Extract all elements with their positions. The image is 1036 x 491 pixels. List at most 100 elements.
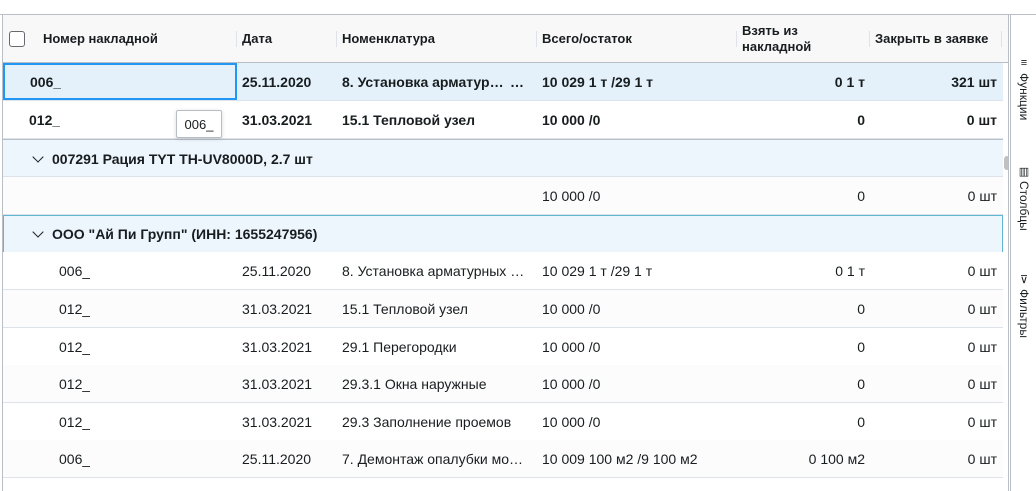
group-cell[interactable]: ООО "Ай Пи Групп" (ИНН: 1655247956) <box>3 215 703 252</box>
cell-total[interactable]: 10 000 /0 <box>542 101 737 138</box>
header-nomenclature-label: Номенклатура <box>342 31 435 46</box>
cell-take[interactable]: 0 1 т <box>742 63 865 100</box>
header-date-label: Дата <box>242 31 273 46</box>
table-row[interactable]: 10 000 /0 0 0 шт <box>3 177 1003 215</box>
group-row[interactable]: 007291 Рация TYT TH-UV8000D, 2.7 шт <box>3 139 1003 177</box>
cell-nomenclature[interactable]: 15.1 Тепловой узел <box>342 290 537 327</box>
cell-date[interactable]: 31.03.2021 <box>242 290 337 327</box>
columns-panel-button[interactable]: ▥ Столбцы <box>1011 165 1036 231</box>
cell-close[interactable]: 0 шт <box>875 365 997 402</box>
cell-date[interactable]: 31.03.2021 <box>242 365 337 402</box>
select-all-cell <box>9 15 33 63</box>
cell-take[interactable]: 0 <box>742 365 865 402</box>
cell-total[interactable]: 10 000 /0 <box>542 365 737 402</box>
functions-label: Функции <box>1017 73 1031 121</box>
table-row[interactable]: 006_ 25.11.2020 8. Установка арматурных…… <box>3 63 1003 101</box>
cell-number[interactable] <box>3 177 237 214</box>
group-label: 007291 Рация TYT TH-UV8000D, 2.7 шт <box>52 150 313 167</box>
header-take[interactable]: Взять из накладной <box>742 15 870 63</box>
cell-number[interactable]: 006_ <box>3 252 237 289</box>
cell-total[interactable]: 10 029 1 т /29 1 т <box>542 252 737 289</box>
scrollbar-thumb[interactable] <box>1004 156 1008 170</box>
cell-tooltip: 006_ <box>176 110 222 138</box>
cell-nomenclature[interactable]: 29.3.1 Окна наружные <box>342 365 537 402</box>
cell-nomenclature[interactable]: 29.3 Заполнение проемов <box>342 403 537 440</box>
cell-close[interactable]: 0 шт <box>875 101 997 138</box>
cell-date[interactable]: 25.11.2020 <box>242 252 337 289</box>
cell-date[interactable] <box>242 177 337 214</box>
header-nomenclature[interactable]: Номенклатура <box>342 15 537 63</box>
cell-total[interactable]: 10 029 1 т /29 1 т <box>542 63 737 100</box>
cell-date[interactable]: 25.11.2020 <box>242 440 337 477</box>
header-number-label: Номер накладной <box>43 31 158 46</box>
cell-total[interactable]: 10 000 /0 <box>542 328 737 365</box>
cell-number[interactable]: 006_ <box>3 63 237 100</box>
cell-total[interactable]: 10 000 /0 <box>542 403 737 440</box>
cell-take[interactable]: 0 <box>742 101 865 138</box>
header-take-label: Взять из накладной <box>742 23 812 54</box>
cell-nomenclature[interactable]: 29.1 Перегородки <box>342 328 537 365</box>
cell-close[interactable]: 321 шт <box>875 63 997 100</box>
cell-nomenclature[interactable]: 8. Установка арматурных… <box>342 63 524 100</box>
cell-nomenclature[interactable] <box>342 177 537 214</box>
cell-close[interactable]: 0 шт <box>875 403 997 440</box>
table-row[interactable]: 012_ 31.03.2021 15.1 Тепловой узел 10 00… <box>3 290 1003 328</box>
chevron-down-icon[interactable] <box>32 225 44 238</box>
cell-number[interactable]: 006_ <box>3 440 237 477</box>
cell-close[interactable]: 0 шт <box>875 252 997 289</box>
header-total-label: Всего/остаток <box>542 31 632 46</box>
cell-close[interactable]: 0 шт <box>875 177 997 214</box>
cell-number[interactable]: 012_ <box>3 290 237 327</box>
cell-number[interactable]: 012_ <box>3 403 237 440</box>
cell-take[interactable]: 0 100 м2 <box>742 440 865 477</box>
filter-icon: ⊽ <box>1019 273 1029 286</box>
table-row[interactable]: 012_ 31.03.2021 29.3 Заполнение проемов … <box>3 403 1003 441</box>
functions-icon: ≡ <box>1020 57 1028 69</box>
cell-date[interactable]: 25.11.2020 <box>242 63 337 100</box>
cell-date[interactable]: 31.03.2021 <box>242 403 337 440</box>
cell-total[interactable]: 10 009 100 м2 /9 100 м2 <box>542 440 737 477</box>
cell-take[interactable]: 0 <box>742 328 865 365</box>
cell-number[interactable]: 012_ <box>3 365 237 402</box>
table-row[interactable]: 006_ 25.11.2020 7. Демонтаж опалубки мон… <box>3 440 1003 478</box>
cell-nomenclature[interactable]: 15.1 Тепловой узел <box>342 101 537 138</box>
columns-icon: ▥ <box>1018 165 1030 178</box>
cell-date[interactable]: 31.03.2021 <box>242 328 337 365</box>
chevron-down-icon[interactable] <box>32 150 44 163</box>
cell-number[interactable]: 012_ <box>3 328 237 365</box>
cell-nomenclature[interactable]: 7. Демонтаж опалубки монолитных <box>342 440 532 477</box>
top-toolbar <box>0 0 1036 15</box>
table-row[interactable]: 012_ 31.03.2021 29.1 Перегородки 10 000 … <box>3 328 1003 366</box>
vertical-scrollbar[interactable] <box>1003 139 1008 491</box>
filters-label: Фильтры <box>1017 289 1031 338</box>
select-all-checkbox[interactable] <box>9 31 25 47</box>
columns-label: Столбцы <box>1017 181 1031 231</box>
cell-total[interactable]: 10 000 /0 <box>542 177 737 214</box>
side-panel: ≡ Функции ▥ Столбцы ⊽ Фильтры <box>1010 15 1036 491</box>
cell-nomenclature[interactable]: 8. Установка арматурных конструкций <box>342 252 532 289</box>
cell-take[interactable]: 0 <box>742 403 865 440</box>
cell-close[interactable]: 0 шт <box>875 440 997 477</box>
cell-take[interactable]: 0 <box>742 290 865 327</box>
header-total[interactable]: Всего/остаток <box>542 15 737 63</box>
group-label: ООО "Ай Пи Групп" (ИНН: 1655247956) <box>52 225 318 242</box>
group-row[interactable]: ООО "Ай Пи Групп" (ИНН: 1655247956) <box>3 215 1003 253</box>
cell-total[interactable]: 10 000 /0 <box>542 290 737 327</box>
cell-close[interactable]: 0 шт <box>875 328 997 365</box>
header-close[interactable]: Закрыть в заявке <box>875 15 1002 63</box>
grid-header: Номер накладной Дата Номенклатура Всего/… <box>3 15 1008 63</box>
table-row[interactable]: 012_ 31.03.2021 29.3.1 Окна наружные 10 … <box>3 365 1003 403</box>
group-cell[interactable]: 007291 Рация TYT TH-UV8000D, 2.7 шт <box>3 140 703 177</box>
table-row[interactable]: 006_ 25.11.2020 8. Установка арматурных … <box>3 252 1003 290</box>
header-number[interactable]: Номер накладной <box>43 15 237 63</box>
cell-date[interactable]: 31.03.2021 <box>242 101 337 138</box>
header-close-label: Закрыть в заявке <box>875 31 989 46</box>
cell-close[interactable]: 0 шт <box>875 290 997 327</box>
header-date[interactable]: Дата <box>242 15 337 63</box>
cell-take[interactable]: 0 <box>742 177 865 214</box>
filters-panel-button[interactable]: ⊽ Фильтры <box>1011 273 1036 338</box>
functions-panel-button[interactable]: ≡ Функции <box>1011 57 1036 120</box>
data-grid: Номер накладной Дата Номенклатура Всего/… <box>2 15 1009 491</box>
table-row[interactable]: 012_ 31.03.2021 15.1 Тепловой узел 10 00… <box>3 101 1003 139</box>
cell-take[interactable]: 0 1 т <box>742 252 865 289</box>
